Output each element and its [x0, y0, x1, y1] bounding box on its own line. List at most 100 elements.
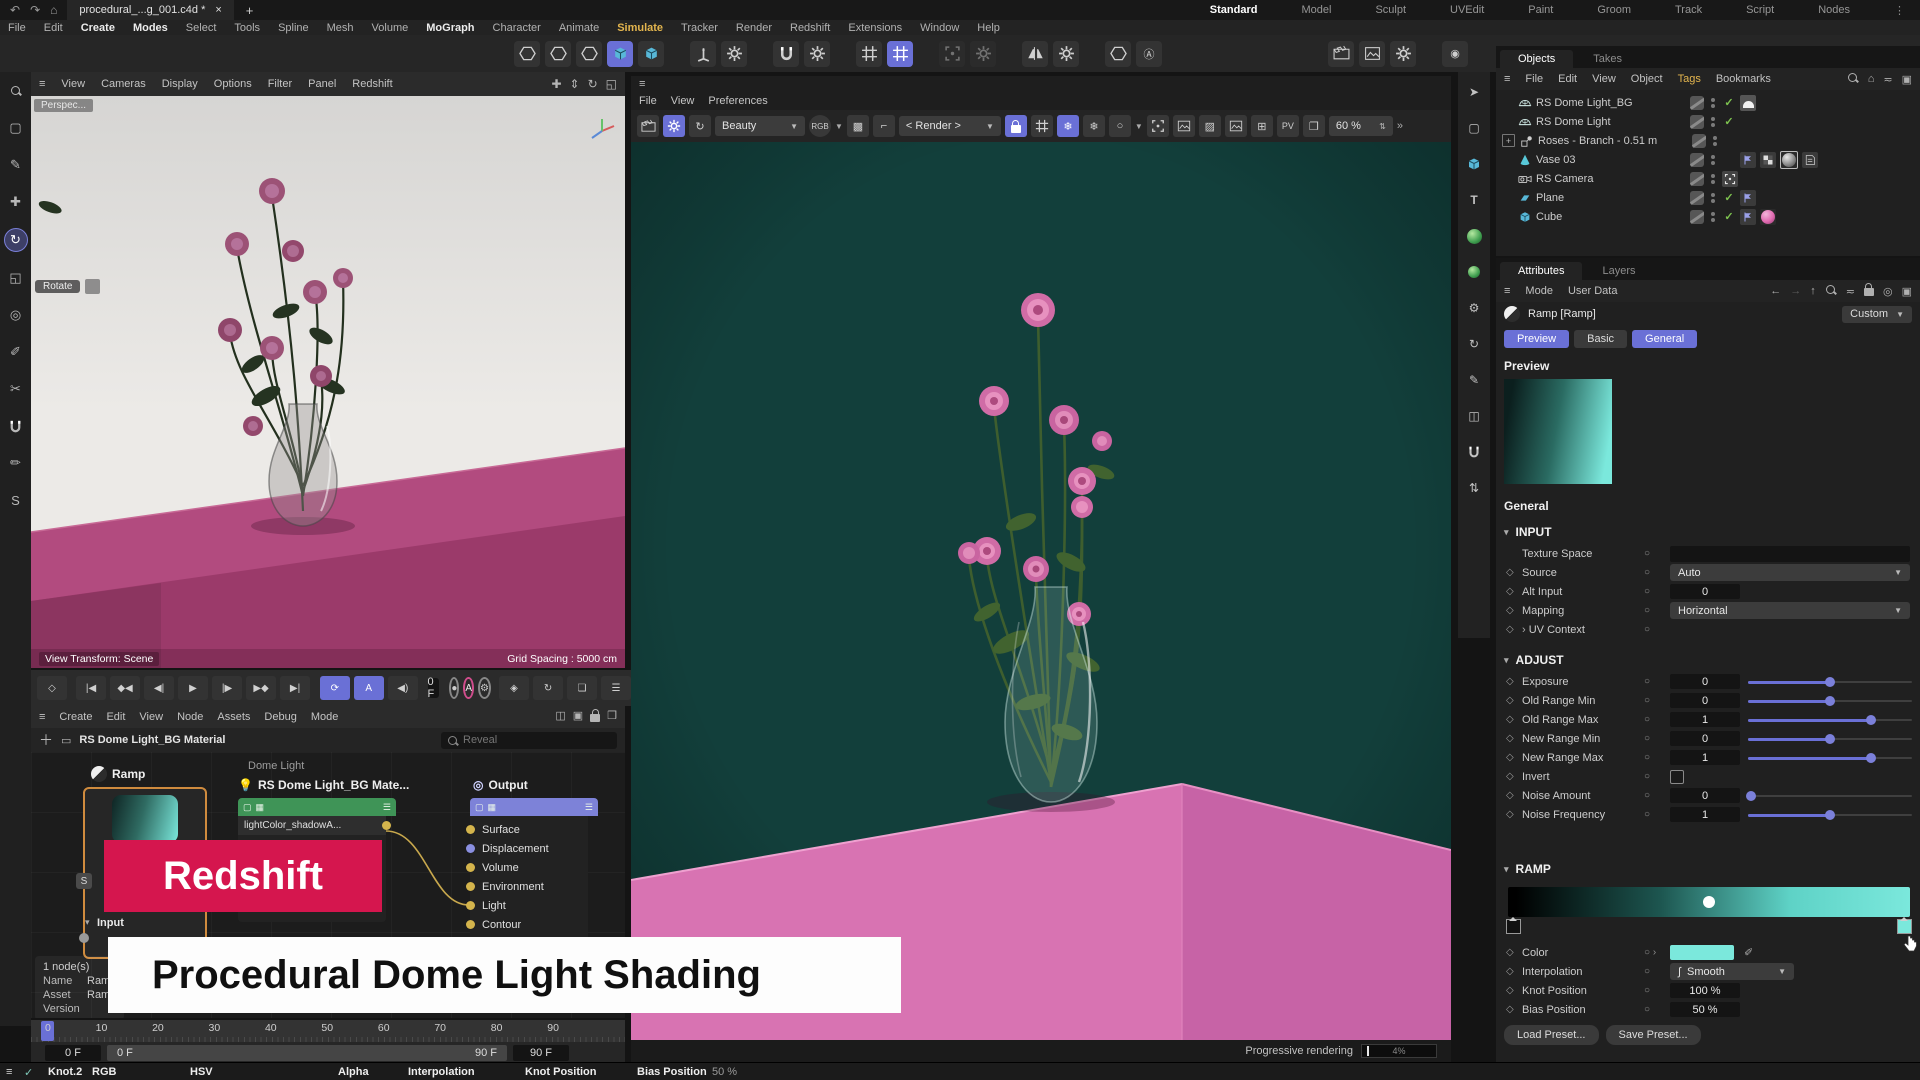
ramp-input-section-label[interactable]: Input — [97, 917, 124, 929]
axis-settings-gear-icon[interactable] — [721, 41, 747, 67]
visibility-dots[interactable] — [1711, 155, 1715, 165]
channel-rgb-badge[interactable]: RGB — [809, 115, 831, 137]
interpolation-dropdown[interactable]: ∫ Smooth▼ — [1670, 963, 1794, 980]
move-tool-icon[interactable]: ✚ — [5, 191, 27, 213]
input-collapse-chevron[interactable]: ▾ — [1504, 527, 1509, 538]
menu-tracker[interactable]: Tracker — [681, 22, 718, 34]
new-range-max-field[interactable]: 1 — [1670, 750, 1740, 765]
menu-volume[interactable]: Volume — [372, 22, 409, 34]
contour-port-dot[interactable] — [466, 920, 475, 929]
quantize-grid-lock-icon[interactable] — [887, 41, 913, 67]
viewport-dolly-icon[interactable]: ⇕ — [570, 77, 580, 91]
texture-space-field[interactable] — [1670, 546, 1910, 562]
checker-tag-icon[interactable] — [1760, 152, 1776, 168]
port-circle[interactable]: ○ — [1644, 548, 1670, 559]
output-node-menu-icon[interactable]: ☰ — [585, 802, 593, 813]
om-panel-icon[interactable]: ▣ — [1902, 73, 1912, 86]
port-circle[interactable]: ○ — [1644, 695, 1670, 706]
status-interpolation-label[interactable]: Interpolation — [408, 1066, 475, 1078]
object-row-cube[interactable]: Cube ✓ — [1496, 207, 1920, 226]
ne-menu-mode[interactable]: Mode — [311, 711, 339, 723]
history-forward-icon[interactable]: → — [1790, 285, 1801, 297]
viewport-canvas[interactable]: Perspec... Rotate View Transform: Scene … — [31, 96, 625, 668]
material-tag-icon[interactable]: ▭ — [61, 734, 71, 747]
anim-diamond-icon[interactable]: ◇ — [1506, 771, 1522, 782]
visibility-dots[interactable] — [1711, 174, 1715, 184]
focus-brackets-icon[interactable] — [1147, 115, 1169, 137]
region-render-icon[interactable] — [1173, 115, 1195, 137]
expand-icon[interactable]: + — [1502, 134, 1515, 147]
object-row-dome-light-bg[interactable]: RS Dome Light_BG ✓ — [1496, 93, 1920, 112]
menu-select[interactable]: Select — [186, 22, 217, 34]
new-range-min-slider[interactable] — [1748, 732, 1912, 746]
load-preset-button[interactable]: Load Preset... — [1504, 1025, 1599, 1045]
dome-node-menu-icon[interactable]: ☰ — [383, 802, 391, 813]
om-menu-bookmarks[interactable]: Bookmarks — [1716, 73, 1771, 85]
scale-tool-icon[interactable]: ◱ — [5, 267, 27, 289]
anim-diamond-icon[interactable]: ◇ — [1506, 714, 1522, 725]
workspace-overflow-icon[interactable]: ⋮ — [1894, 4, 1906, 17]
magnet-snap-icon[interactable] — [1464, 442, 1484, 462]
alt-input-field[interactable]: 0 — [1670, 584, 1740, 599]
rv-menu-file[interactable]: File — [639, 95, 657, 107]
add-track-icon[interactable]: ❏ — [567, 676, 597, 700]
next-frame-button[interactable]: |▶ — [212, 676, 242, 700]
anim-diamond-icon[interactable]: ◇ — [1506, 586, 1522, 597]
pink-material-tag[interactable] — [1760, 209, 1776, 225]
material-ball-alt-icon[interactable] — [1464, 262, 1484, 282]
view-button-basic[interactable]: Basic — [1574, 330, 1627, 348]
anim-diamond-icon[interactable]: ◇ — [1506, 695, 1522, 706]
tab-layers[interactable]: Layers — [1584, 262, 1653, 280]
status-rgb-label[interactable]: RGB — [92, 1066, 116, 1078]
rv-menu-view[interactable]: View — [671, 95, 695, 107]
status-bias-position-label[interactable]: Bias Position — [637, 1066, 707, 1078]
pen-tool-icon[interactable]: ✎ — [5, 154, 27, 176]
visibility-dots[interactable] — [1711, 98, 1715, 108]
om-home-icon[interactable]: ⌂ — [1868, 73, 1875, 85]
curve-tool-icon[interactable]: S — [5, 489, 27, 511]
menu-mesh[interactable]: Mesh — [327, 22, 354, 34]
layer-toggle-icon[interactable] — [1690, 96, 1704, 110]
old-range-max-field[interactable]: 1 — [1670, 712, 1740, 727]
brush-tool-icon[interactable]: ✏ — [5, 452, 27, 474]
loop-playback-icon[interactable]: ⟳ — [320, 676, 350, 700]
end-frame-box[interactable]: 90 F — [513, 1045, 569, 1061]
viewport-maximize-icon[interactable]: ◱ — [606, 77, 617, 91]
ne-menu-node[interactable]: Node — [177, 711, 203, 723]
attr-track-icon[interactable]: ◎ — [1883, 285, 1893, 298]
layer-toggle-icon[interactable] — [1692, 134, 1706, 148]
viewport-menu-redshift[interactable]: Redshift — [352, 78, 392, 90]
mirror-flip-icon[interactable]: ◫ — [1464, 406, 1484, 426]
workspace-tab-track[interactable]: Track — [1675, 4, 1702, 16]
track-layers-icon[interactable]: ☰ — [601, 676, 631, 700]
settings-gear-icon[interactable]: ⚙ — [1464, 298, 1484, 318]
workspace-tab-sculpt[interactable]: Sculpt — [1375, 4, 1406, 16]
isolate-view-icon[interactable] — [1105, 41, 1131, 67]
workspace-tab-uvedit[interactable]: UVEdit — [1450, 4, 1484, 16]
ne-menu-debug[interactable]: Debug — [264, 711, 296, 723]
enabled-check-icon[interactable]: ✓ — [1722, 96, 1736, 109]
om-menu-object[interactable]: Object — [1631, 73, 1663, 85]
viewport-menu-cameras[interactable]: Cameras — [101, 78, 146, 90]
adjust-collapse-chevron[interactable]: ▾ — [1504, 655, 1509, 666]
menu-file[interactable]: File — [8, 22, 26, 34]
convert-cycle-icon[interactable]: ↻ — [1464, 334, 1484, 354]
menu-create[interactable]: Create — [81, 22, 115, 34]
visibility-dots[interactable] — [1711, 193, 1715, 203]
menu-character[interactable]: Character — [493, 22, 541, 34]
mirror-tool-icon[interactable] — [1022, 41, 1048, 67]
mapping-dropdown[interactable]: Horizontal▼ — [1670, 602, 1910, 619]
ramp-knot-cyan-selected[interactable] — [1897, 919, 1912, 934]
viewport-hamburger-icon[interactable]: ≡ — [39, 78, 45, 90]
visibility-dots[interactable] — [1713, 136, 1717, 146]
object-row-roses-branch[interactable]: + Roses - Branch - 0.51 m — [1496, 131, 1920, 150]
tab-objects[interactable]: Objects — [1500, 50, 1573, 68]
timeline-ruler[interactable]: 0 10 20 30 40 50 60 70 80 90 — [31, 1020, 625, 1042]
viewport-menu-options[interactable]: Options — [214, 78, 252, 90]
old-range-max-slider[interactable] — [1748, 713, 1912, 727]
port-circle[interactable]: ○ — [1644, 586, 1670, 597]
autokey-record-icon[interactable]: A — [463, 677, 474, 699]
exposure-slider[interactable] — [1748, 675, 1912, 689]
surface-port-dot[interactable] — [466, 825, 475, 834]
parent-up-icon[interactable]: ↑ — [1810, 285, 1816, 297]
